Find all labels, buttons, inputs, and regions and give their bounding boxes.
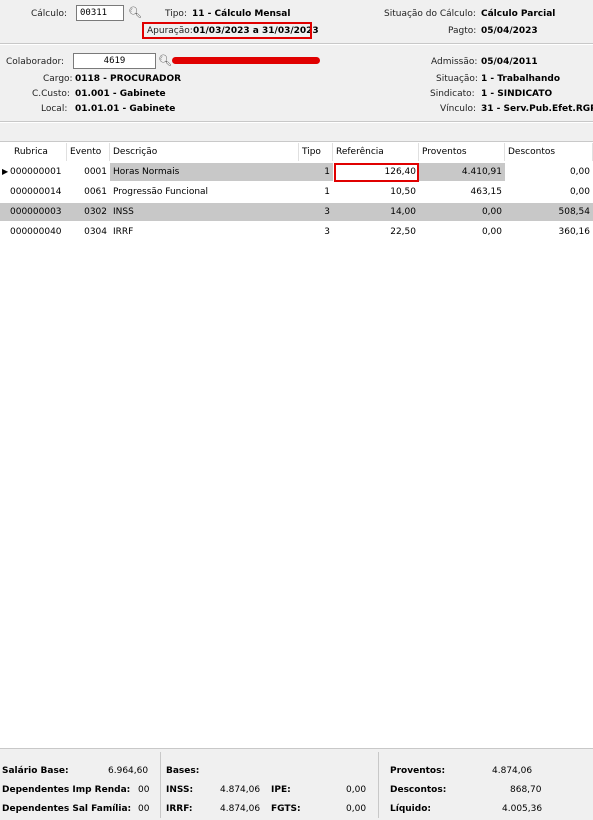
vinculo-value: 31 - Serv.Pub.Efet.RGPS — [481, 104, 593, 114]
liquido-total: 4.005,36 — [502, 804, 543, 814]
proventos-label: Proventos: — [390, 766, 446, 776]
colaborador-label: Colaborador: — [6, 57, 65, 67]
irrf-label: IRRF: — [166, 804, 193, 814]
inss-value: 4.874,06 — [220, 785, 261, 795]
sindicato-value: 1 - SINDICATO — [481, 89, 553, 99]
liquido-label: Líquido: — [390, 804, 431, 814]
cell-tipo: 1 — [299, 163, 333, 181]
pagto-label: Pagto: — [448, 26, 477, 36]
table-row[interactable]: 000000003 0302 INSS 3 14,00 0,00 508,54 — [0, 203, 593, 221]
proventos-total: 4.874,06 — [492, 766, 533, 776]
column-header-evento[interactable]: Evento — [67, 143, 110, 161]
column-header-proventos[interactable]: Proventos — [419, 143, 505, 161]
cell-evento: 0001 — [84, 167, 107, 177]
cell-descontos: 0,00 — [569, 167, 590, 177]
situacao-value: 1 - Trabalhando — [481, 74, 561, 84]
ipe-value: 0,00 — [346, 785, 367, 795]
situacao-label: Situação: — [436, 74, 478, 84]
cell-descricao: INSS — [113, 207, 134, 217]
cell-descontos: 508,54 — [558, 207, 591, 217]
admissao-value: 05/04/2011 — [481, 57, 538, 67]
apuracao-highlight — [142, 22, 312, 39]
column-header-tipo[interactable]: Tipo — [299, 143, 333, 161]
grid-header-row: Rubrica Evento Descrição Tipo Referência… — [0, 143, 593, 161]
local-value: 01.01.01 - Gabinete — [75, 104, 176, 114]
bases-label: Bases: — [166, 766, 200, 776]
dependentes-sf-value: 00 — [138, 804, 150, 814]
cell-descricao: Progressão Funcional — [113, 187, 209, 197]
vinculo-label: Vínculo: — [440, 104, 477, 114]
situacao-calculo-label: Situação do Cálculo: — [384, 9, 476, 19]
cell-rubrica: 000000014 — [10, 187, 62, 197]
calculo-search-icon[interactable]: 🔍︎ — [128, 6, 142, 20]
irrf-value: 4.874,06 — [220, 804, 261, 814]
inss-label: INSS: — [166, 785, 194, 795]
situacao-calculo-value: Cálculo Parcial — [481, 9, 556, 19]
calculo-input[interactable]: 00311 — [76, 5, 124, 21]
divider — [0, 122, 593, 123]
cargo-label: Cargo: — [43, 74, 73, 84]
table-row[interactable]: 000000014 0061 Progressão Funcional 1 10… — [0, 183, 593, 201]
cell-descricao: Horas Normais — [110, 163, 299, 181]
footer-divider — [378, 752, 379, 818]
cell-rubrica: 000000040 — [10, 227, 62, 237]
descontos-total: 868,70 — [510, 785, 542, 795]
cell-proventos: 4.410,91 — [419, 163, 505, 181]
admissao-label: Admissão: — [431, 57, 478, 67]
local-label: Local: — [41, 104, 68, 114]
cell-referencia[interactable]: 10,50 — [333, 183, 419, 201]
ipe-label: IPE: — [271, 785, 291, 795]
pagto-value: 05/04/2023 — [481, 26, 538, 36]
cell-referencia[interactable]: 14,00 — [333, 203, 419, 221]
fgts-value: 0,00 — [346, 804, 367, 814]
divider — [0, 44, 593, 45]
dependentes-sf-label: Dependentes Sal Família: — [2, 804, 132, 814]
cell-evento: 0061 — [84, 187, 107, 197]
cell-proventos: 0,00 — [481, 227, 502, 237]
column-header-descricao[interactable]: Descrição — [110, 143, 299, 161]
cell-proventos: 0,00 — [481, 207, 502, 217]
cell-rubrica: 000000001 — [10, 167, 62, 177]
events-grid[interactable]: Rubrica Evento Descrição Tipo Referência… — [0, 141, 593, 748]
redacted-employee-name — [172, 57, 320, 64]
cell-evento: 0304 — [84, 227, 107, 237]
cell-descontos: 360,16 — [558, 227, 591, 237]
cell-descontos: 0,00 — [569, 187, 590, 197]
table-row[interactable]: ▶ 000000001 0001 Horas Normais 1 126,40 … — [0, 163, 593, 181]
cell-tipo: 1 — [324, 187, 330, 197]
cell-tipo: 3 — [324, 227, 330, 237]
descontos-label: Descontos: — [390, 785, 447, 795]
cell-evento: 0302 — [84, 207, 107, 217]
tipo-label: Tipo: — [165, 9, 187, 19]
fgts-label: FGTS: — [271, 804, 301, 814]
cell-referencia[interactable]: 22,50 — [333, 223, 419, 241]
column-header-rubrica[interactable]: Rubrica — [0, 143, 67, 161]
ccusto-value: 01.001 - Gabinete — [75, 89, 166, 99]
calculo-label: Cálculo: — [31, 9, 67, 19]
cell-rubrica: 000000003 — [10, 207, 62, 217]
cell-tipo: 3 — [324, 207, 330, 217]
table-row[interactable]: 000000040 0304 IRRF 3 22,50 0,00 360,16 — [0, 223, 593, 241]
ccusto-label: C.Custo: — [32, 89, 70, 99]
colaborador-search-icon[interactable]: 🔍︎ — [158, 54, 172, 68]
tipo-value: 11 - Cálculo Mensal — [192, 9, 291, 19]
cargo-value: 0118 - PROCURADOR — [75, 74, 182, 84]
salario-base-value: 6.964,60 — [108, 766, 149, 776]
colaborador-input[interactable]: 4619 — [73, 53, 156, 69]
dependentes-ir-label: Dependentes Imp Renda: — [2, 785, 131, 795]
dependentes-ir-value: 00 — [138, 785, 150, 795]
column-header-referencia[interactable]: Referência — [333, 143, 419, 161]
salario-base-label: Salário Base: — [2, 766, 69, 776]
sindicato-label: Sindicato: — [430, 89, 475, 99]
column-header-descontos[interactable]: Descontos — [505, 143, 593, 161]
cell-descricao: IRRF — [113, 227, 134, 237]
referencia-highlight — [334, 163, 419, 182]
cell-proventos: 463,15 — [470, 187, 503, 197]
footer-divider — [160, 752, 161, 818]
